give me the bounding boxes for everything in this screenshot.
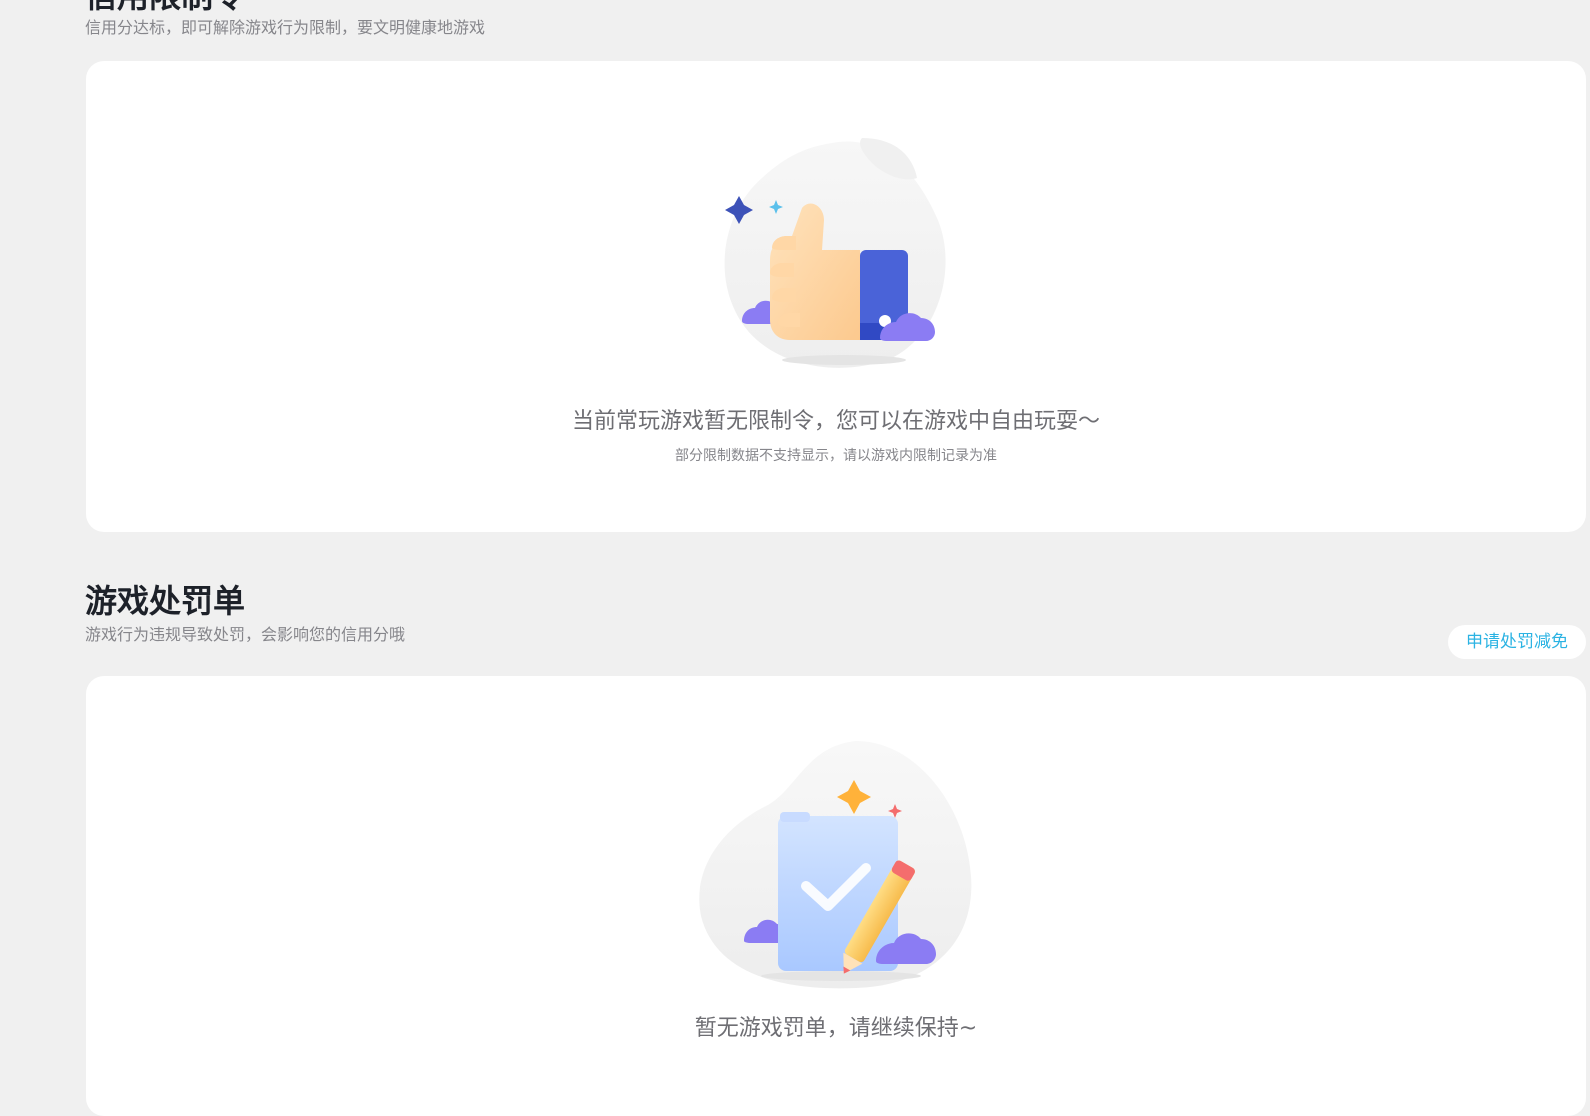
thumbs-up-icon (724, 138, 946, 368)
credit-note: 部分限制数据不支持显示，请以游戏内限制记录为准 (675, 448, 997, 464)
apply-penalty-reduction-button[interactable]: 申请处罚减免 (1448, 625, 1586, 659)
penalty-empty-message: 暂无游戏罚单，请继续保持~ (694, 1016, 978, 1041)
clipboard-check-icon (699, 741, 972, 989)
penalty-card: 暂无游戏罚单，请继续保持~ (86, 676, 1586, 1116)
credit-restriction-card: 当前常玩游戏暂无限制令，您可以在游戏中自由玩耍～ 部分限制数据不支持显示，请以游… (86, 61, 1586, 532)
penalty-section-title: 游戏处罚单 (85, 582, 246, 620)
credit-empty-message: 当前常玩游戏暂无限制令，您可以在游戏中自由玩耍～ (571, 409, 1100, 434)
credit-section-subtitle: 信用分达标，即可解除游戏行为限制，要文明健康地游戏 (85, 18, 486, 37)
penalty-section-subtitle: 游戏行为违规导致处罚，会影响您的信用分哦 (85, 625, 406, 644)
credit-section-title: 信用限制令 (85, 0, 245, 16)
